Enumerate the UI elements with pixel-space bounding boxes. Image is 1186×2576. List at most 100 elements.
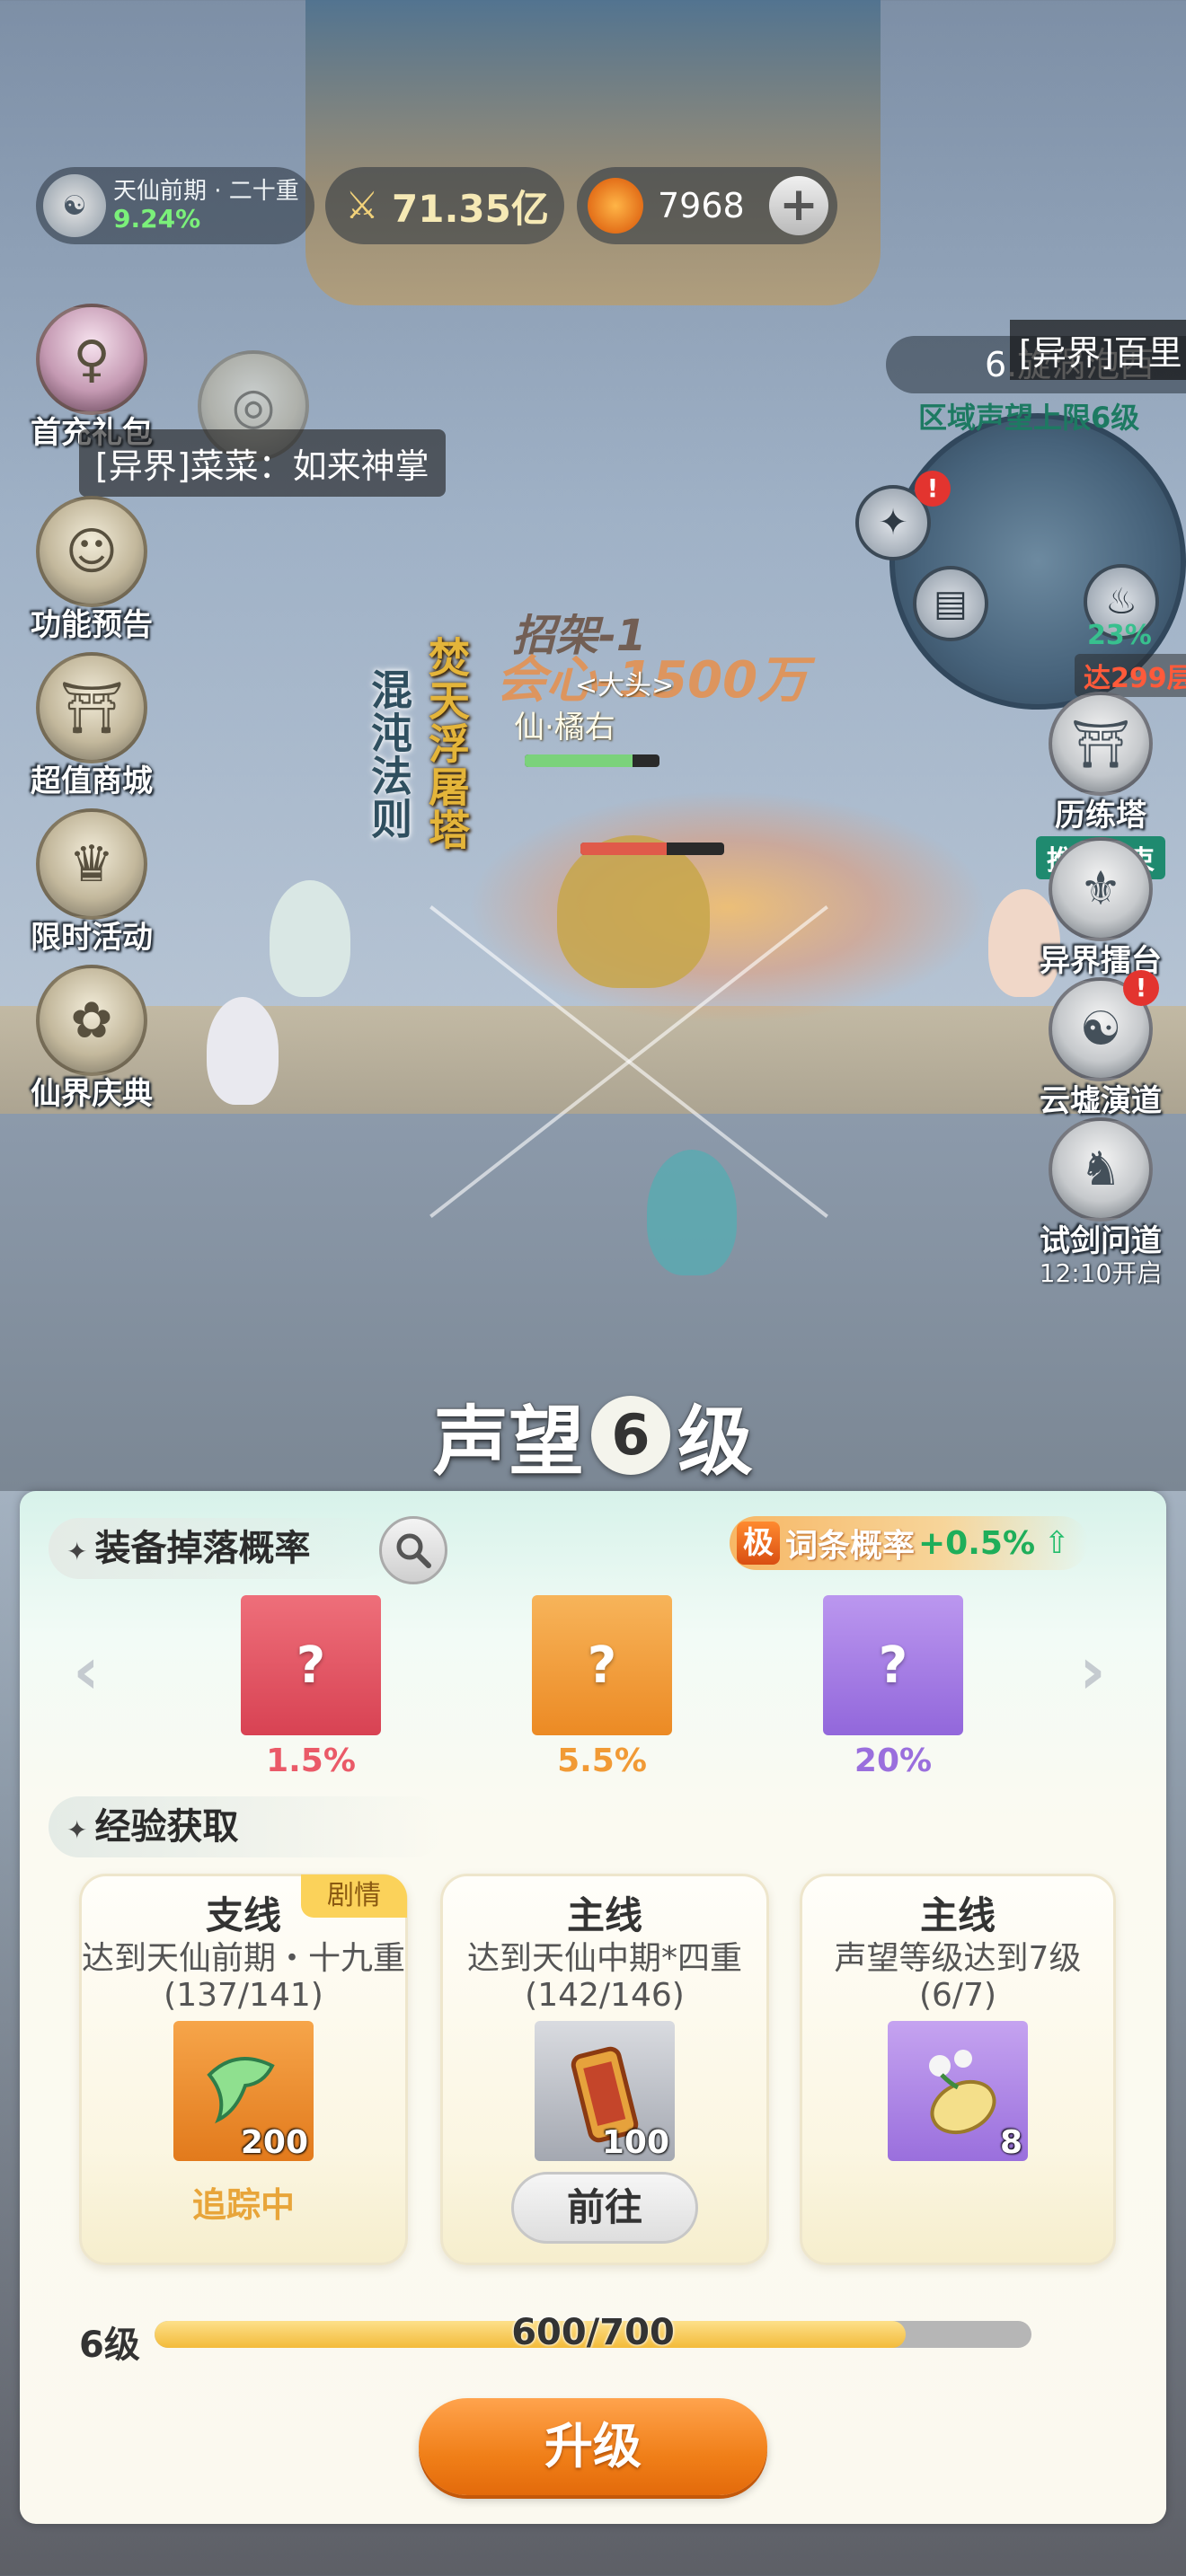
drop-percent: 5.5% [557, 1742, 647, 1779]
equip-slot-box: ? [823, 1595, 963, 1735]
enemy-name: 仙·橘右 [514, 710, 615, 745]
server-banner: [异界]百里 [1010, 320, 1186, 380]
title-suffix: 级 [677, 1397, 754, 1486]
reward-count: 200 [240, 2124, 308, 2161]
next-arrow-icon[interactable]: › [1066, 1635, 1120, 1707]
character-boss [557, 835, 710, 988]
pagoda-icon: ⛩ [1049, 692, 1153, 796]
menu-label: 超值商城 [31, 763, 153, 799]
tower-structure [305, 0, 881, 305]
realm-status[interactable]: ☯ 天仙前期 · 二十重 9.24% [36, 167, 314, 244]
add-currency-button[interactable]: + [769, 176, 828, 235]
menu-label: 历练塔 [1055, 798, 1146, 834]
prev-arrow-icon[interactable]: ‹ [59, 1635, 113, 1707]
task-card[interactable]: 主线 声望等级达到7级 (6/7) 8 [800, 1874, 1116, 2265]
drop-rate-header: ✦ 装备掉落概率 [49, 1518, 390, 1579]
drop-percent: 1.5% [266, 1742, 356, 1779]
currency-coin-icon [588, 178, 643, 234]
enemy-hp-bar [525, 754, 659, 767]
menu-arena[interactable]: ⚜ 异界擂台 [1024, 837, 1177, 980]
extreme-badge-icon: 极 [737, 1522, 780, 1565]
unknown-equip-icon: ? [878, 1636, 908, 1695]
event-icon: ♛ [36, 808, 147, 920]
lion-statue-icon: ♞ [1049, 1117, 1153, 1222]
affix-value: +0.5% [918, 1524, 1036, 1562]
arrow-up-icon: ⇧ [1044, 1525, 1070, 1561]
section-title: 装备掉落概率 [94, 1528, 311, 1569]
search-icon [396, 1533, 431, 1568]
task-type: 主线 [566, 1893, 642, 1937]
unknown-equip-icon: ? [587, 1636, 617, 1695]
title-prefix: 声望 [432, 1397, 584, 1486]
drop-percent: 20% [854, 1742, 933, 1779]
ginseng-reward-icon[interactable]: 8 [888, 2021, 1028, 2161]
task-card[interactable]: 剧情 支线 达到天仙前期・十九重 (137/141) 200 追踪中 [79, 1874, 408, 2265]
menu-celebration[interactable]: ✿ 仙界庆典 [11, 965, 173, 1113]
combat-power: ⚔ 71.35亿 [325, 167, 564, 244]
affix-label: 词条概率 [785, 1528, 916, 1565]
diamond-bullet-icon: ✦ [66, 1537, 88, 1566]
skill-name-vertical: 焚天浮屠塔 [422, 636, 471, 851]
realm-percent: 9.24% [113, 204, 201, 234]
jade-reward-icon[interactable]: 200 [173, 2021, 314, 2161]
task-progress: (137/141) [164, 1977, 323, 2014]
preview-icon: ☺ [36, 496, 147, 607]
task-desc: 达到天仙前期・十九重 [82, 1940, 406, 1977]
task-type: 主线 [919, 1893, 996, 1937]
combat-power-value: 71.35亿 [392, 186, 549, 231]
equip-slot-orange[interactable]: ? 5.5% [532, 1595, 672, 1779]
realm-avatar-icon: ☯ [43, 174, 106, 237]
equip-slot-red[interactable]: ? 1.5% [241, 1595, 381, 1779]
current-level-label: 6级 [79, 2325, 140, 2366]
menu-limited-event[interactable]: ♛ 限时活动 [11, 808, 173, 957]
character-ally [207, 997, 279, 1105]
menu-label: 仙界庆典 [31, 1076, 153, 1112]
reputation-progress: 6级 600/700 [79, 2310, 1031, 2366]
menu-label: 异界擂台 [1040, 943, 1162, 979]
progress-text: 600/700 [511, 2312, 675, 2353]
equip-slot-box: ? [241, 1595, 381, 1735]
task-progress: (142/146) [525, 1977, 685, 2014]
tracking-status: 追踪中 [191, 2185, 295, 2225]
character-ally [270, 880, 350, 997]
task-progress: (6/7) [918, 1977, 997, 2014]
currency-value: 7968 [658, 186, 745, 225]
go-button[interactable]: 前往 [511, 2172, 698, 2244]
celebration-icon: ✿ [36, 965, 147, 1076]
reputation-level-title: 声望 6 级 [0, 1390, 1186, 1486]
alert-badge-icon: ! [915, 471, 951, 507]
minimap-percent: 23% [1087, 620, 1152, 651]
exp-source-header: ✦ 经验获取 [49, 1796, 444, 1857]
equip-slot-purple[interactable]: ? 20% [823, 1595, 963, 1779]
level-number: 6 [591, 1396, 670, 1475]
affix-probability: 极 词条概率 +0.5% ⇧ [730, 1516, 1088, 1570]
menu-label: 功能预告 [31, 607, 153, 643]
task-desc: 达到天仙中期*四重 [466, 1940, 742, 1977]
open-time: 12:10开启 [1039, 1258, 1163, 1288]
menu-label: 云墟演道 [1040, 1083, 1162, 1119]
menu-feature-preview[interactable]: ☺ 功能预告 [11, 496, 173, 644]
upgrade-button[interactable]: 升级 [419, 2398, 767, 2495]
diamond-bullet-icon: ✦ [66, 1815, 88, 1845]
skill-name-vertical: 混沌法则 [365, 668, 413, 841]
task-card[interactable]: 主线 达到天仙中期*四重 (142/146) 100 前往 [440, 1874, 769, 2265]
shield-emblem-icon: ⚜ [1049, 837, 1153, 941]
equip-slot-box: ? [532, 1595, 672, 1735]
menu-shop[interactable]: ⛩ 超值商城 [11, 652, 173, 800]
section-title: 经验获取 [94, 1806, 239, 1848]
menu-sword-trial[interactable]: ♞ 试剑问道 12:10开启 [1024, 1117, 1177, 1287]
skill-glow [467, 790, 988, 1024]
currency-display: 7968 + [577, 167, 837, 244]
reward-count: 8 [999, 2124, 1022, 2161]
menu-label: 限时活动 [31, 920, 153, 956]
chat-message[interactable]: [异界]菜菜：如来神掌 [79, 429, 446, 497]
search-button[interactable] [379, 1516, 447, 1584]
reputation-token-icon[interactable]: 100 [535, 2021, 675, 2161]
menu-label: 试剑问道 [1040, 1223, 1162, 1259]
scroll-book-icon[interactable]: ▤ [913, 566, 988, 641]
story-badge: 剧情 [301, 1875, 407, 1918]
realm-name: 天仙前期 · 二十重 [113, 178, 299, 205]
reward-count: 100 [601, 2124, 669, 2161]
boss-hp-bar [580, 842, 724, 855]
alert-badge-icon: ! [1123, 970, 1159, 1006]
